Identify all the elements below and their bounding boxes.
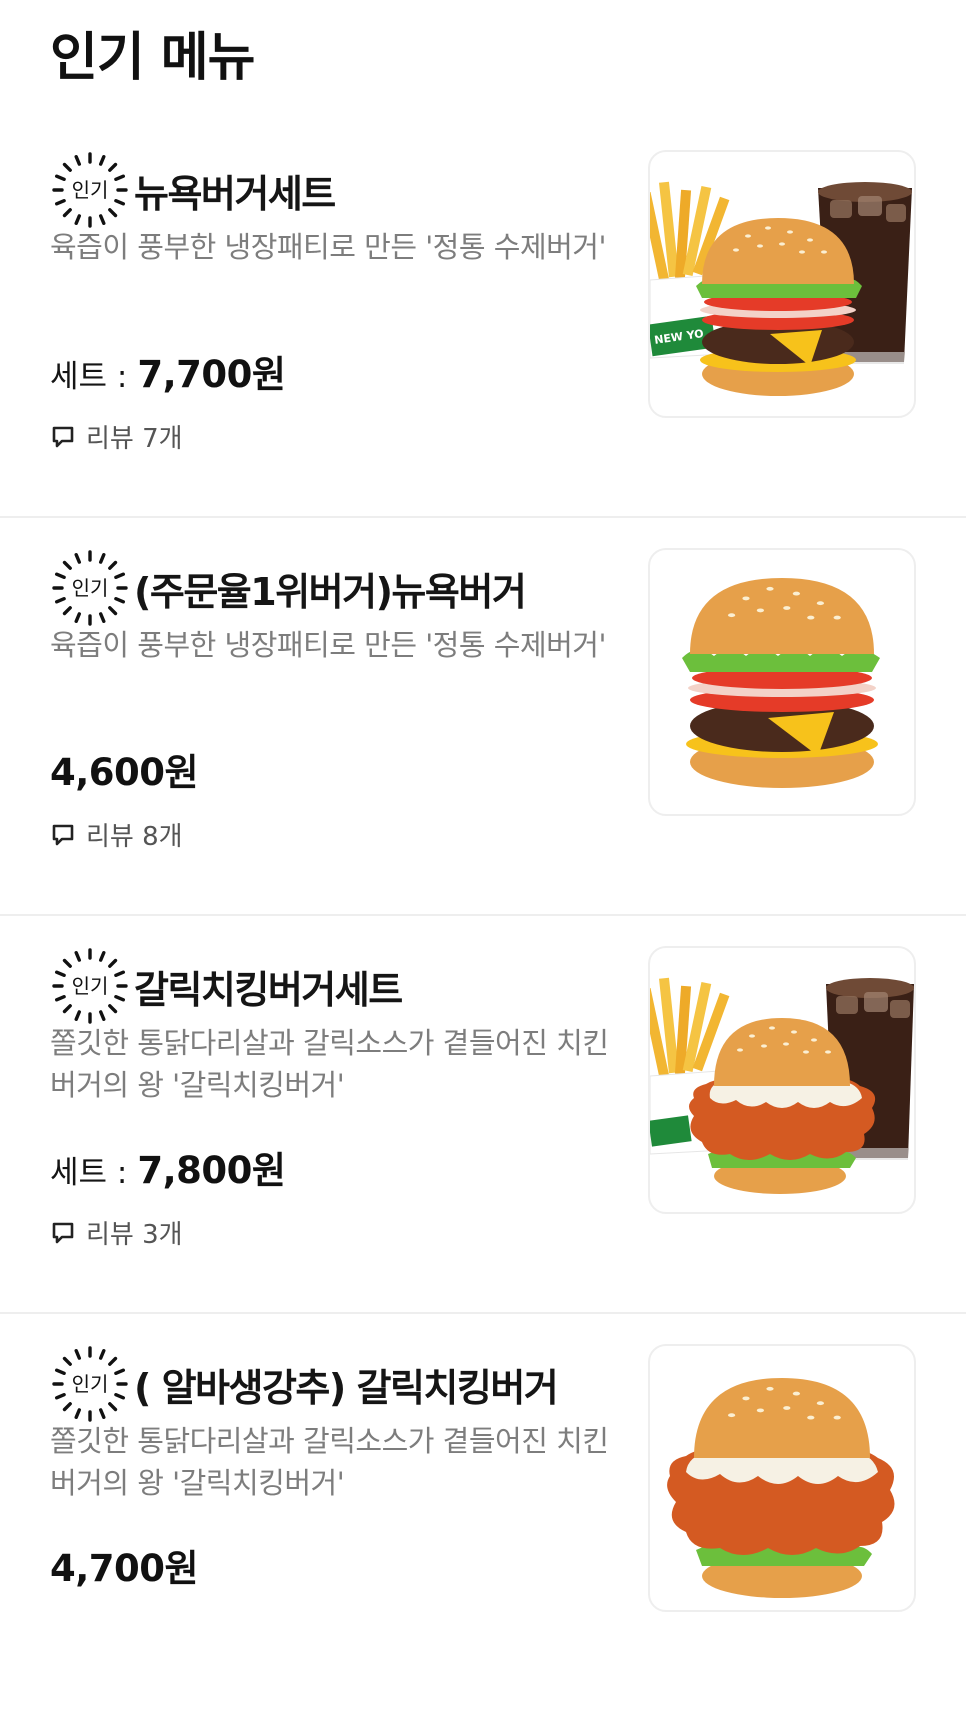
- menu-item-price-row: 세트 : 7,700원: [50, 344, 286, 398]
- popular-badge-label: 인기: [72, 1372, 109, 1396]
- chicken-burger-icon: [667, 1378, 895, 1598]
- popular-badge-icon: 인기: [52, 948, 128, 1024]
- speech-bubble-icon: [52, 426, 74, 447]
- menu-item-description: 육즙이 풍부한 냉장패티로 만든 '정통 수제버거': [50, 230, 606, 264]
- menu-item-name: 뉴욕버거세트: [134, 171, 336, 216]
- burger-icon: [682, 578, 880, 788]
- section-title: 인기 메뉴: [50, 28, 255, 88]
- menu-item-image[interactable]: NEW YO: [648, 150, 916, 418]
- review-count[interactable]: 리뷰 7개: [50, 418, 183, 455]
- menu-item-name: (주문율1위버거)뉴욕버거: [134, 569, 527, 614]
- menu-item-image[interactable]: [648, 548, 916, 816]
- price-prefix: 세트 :: [50, 359, 128, 395]
- menu-item-name-row: 인기 갈릭치킹버거세트: [50, 946, 403, 1026]
- popular-badge-label: 인기: [72, 576, 109, 600]
- popular-badge-icon: 인기: [52, 550, 128, 626]
- menu-item-price: 4,700원: [50, 1547, 199, 1590]
- popular-badge-label: 인기: [72, 974, 109, 998]
- menu-item-description: 육즙이 풍부한 냉장패티로 만든 '정통 수제버거': [50, 628, 606, 662]
- burger-icon: [696, 218, 862, 396]
- menu-item-name: ( 알바생강추) 갈릭치킹버거: [134, 1365, 559, 1410]
- menu-item-description: 쫄깃한 통닭다리살과 갈릭소스가 곁들어진 치킨버거의 왕 '갈릭치킹버거': [50, 1026, 609, 1102]
- menu-item-name: 갈릭치킹버거세트: [134, 967, 403, 1012]
- review-count[interactable]: 리뷰 3개: [50, 1214, 183, 1251]
- burger-set-image-icon: NEW YO: [650, 181, 912, 396]
- menu-item-name-row: 인기 ( 알바생강추) 갈릭치킹버거: [50, 1344, 559, 1424]
- menu-item-price-row: 세트 : 7,800원: [50, 1140, 286, 1194]
- beef-burger-image-icon: [682, 578, 880, 788]
- menu-item-garlic-chicking-burger[interactable]: 인기 ( 알바생강추) 갈릭치킹버거 쫄깃한 통닭다리살과 갈릭소스가 곁들어진…: [0, 1314, 966, 1712]
- menu-item-name-row: 인기 뉴욕버거세트: [50, 150, 336, 230]
- menu-item-name-row: 인기 (주문율1위버거)뉴욕버거: [50, 548, 527, 628]
- chicken-burger-set-image-icon: [650, 977, 914, 1194]
- speech-bubble-icon: [52, 1222, 74, 1243]
- menu-item-description: 쫄깃한 통닭다리살과 갈릭소스가 곁들어진 치킨버거의 왕 '갈릭치킹버거': [50, 1424, 609, 1500]
- speech-bubble-icon: [52, 824, 74, 845]
- review-count-label: 리뷰 7개: [86, 424, 183, 454]
- menu-item-price: 7,800원: [137, 1149, 286, 1192]
- popular-badge-icon: 인기: [52, 1346, 128, 1422]
- popular-badge-icon: 인기: [52, 152, 128, 228]
- menu-item-image[interactable]: [648, 1344, 916, 1612]
- menu-item-price: 7,700원: [137, 353, 286, 396]
- menu-item-price: 4,600원: [50, 751, 199, 794]
- menu-item-price-row: 4,700원: [50, 1538, 199, 1592]
- price-prefix: 세트 :: [50, 1155, 128, 1191]
- menu-item-image[interactable]: [648, 946, 916, 1214]
- chicken-burger-image-icon: [667, 1378, 895, 1598]
- review-count[interactable]: 리뷰 8개: [50, 816, 183, 853]
- menu-item-garlic-chicking-burger-set[interactable]: 인기 갈릭치킹버거세트 쫄깃한 통닭다리살과 갈릭소스가 곁들어진 치킨버거의 …: [0, 916, 966, 1314]
- menu-item-price-row: 4,600원: [50, 742, 199, 796]
- popular-badge-label: 인기: [72, 178, 109, 202]
- review-count-label: 리뷰 8개: [86, 822, 183, 852]
- menu-item-newyork-burger-set[interactable]: 인기 뉴욕버거세트 육즙이 풍부한 냉장패티로 만든 '정통 수제버거' 세트 …: [0, 120, 966, 518]
- review-count-label: 리뷰 3개: [86, 1220, 183, 1250]
- menu-item-newyork-burger[interactable]: 인기 (주문율1위버거)뉴욕버거 육즙이 풍부한 냉장패티로 만든 '정통 수제…: [0, 518, 966, 916]
